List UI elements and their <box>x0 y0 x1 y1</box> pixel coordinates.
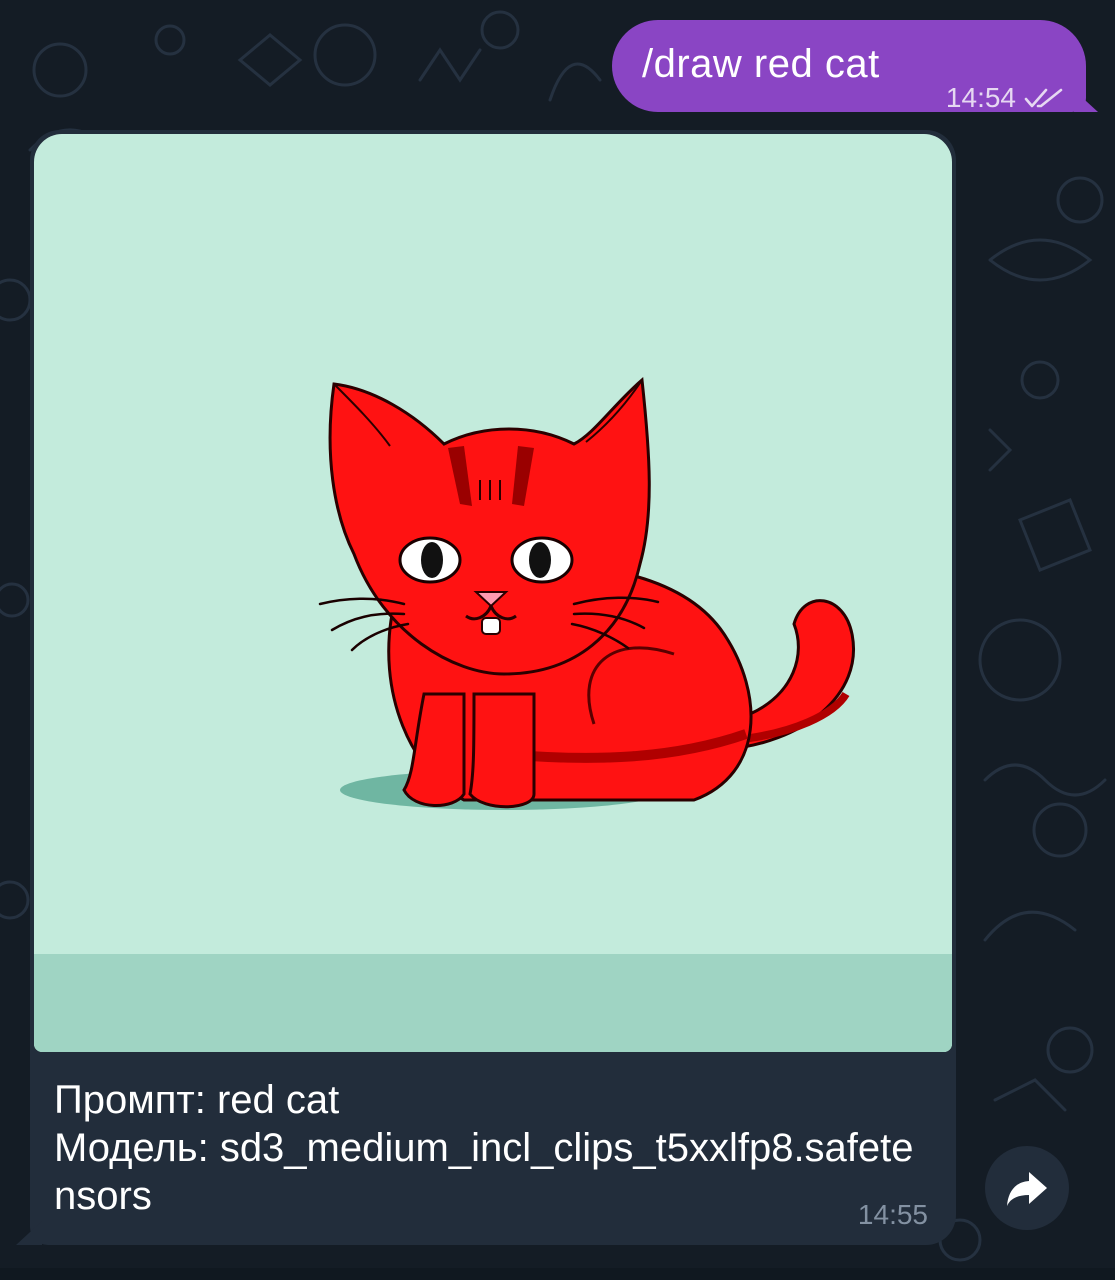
generated-image[interactable] <box>34 134 952 1052</box>
double-check-icon <box>1024 88 1063 108</box>
incoming-message-bubble[interactable]: Промпт: red cat Модель: sd3_medium_incl_… <box>30 130 956 1245</box>
red-cat-illustration <box>34 134 952 1052</box>
image-caption: Промпт: red cat Модель: sd3_medium_incl_… <box>54 1076 934 1220</box>
forward-arrow-icon <box>1007 1172 1047 1206</box>
outgoing-message-time: 14:54 <box>945 82 1016 113</box>
caption-prompt-line: Промпт: red cat <box>54 1076 934 1124</box>
forward-button[interactable] <box>985 1146 1069 1230</box>
caption-model-label: Модель: <box>54 1126 209 1170</box>
caption-model-line: Модель: sd3_medium_incl_clips_t5xxlfp8.s… <box>54 1124 934 1220</box>
caption-prompt-label: Промпт: <box>54 1078 206 1122</box>
chat-bottom-edge <box>0 1268 1115 1280</box>
outgoing-message-bubble[interactable]: /draw red cat 14:54 <box>612 20 1086 112</box>
outgoing-message-text: /draw red cat <box>642 42 880 86</box>
outgoing-message-meta: 14:54 <box>946 84 1064 112</box>
incoming-message-time: 14:55 <box>857 1199 928 1230</box>
caption-prompt-value: red cat <box>216 1078 340 1122</box>
